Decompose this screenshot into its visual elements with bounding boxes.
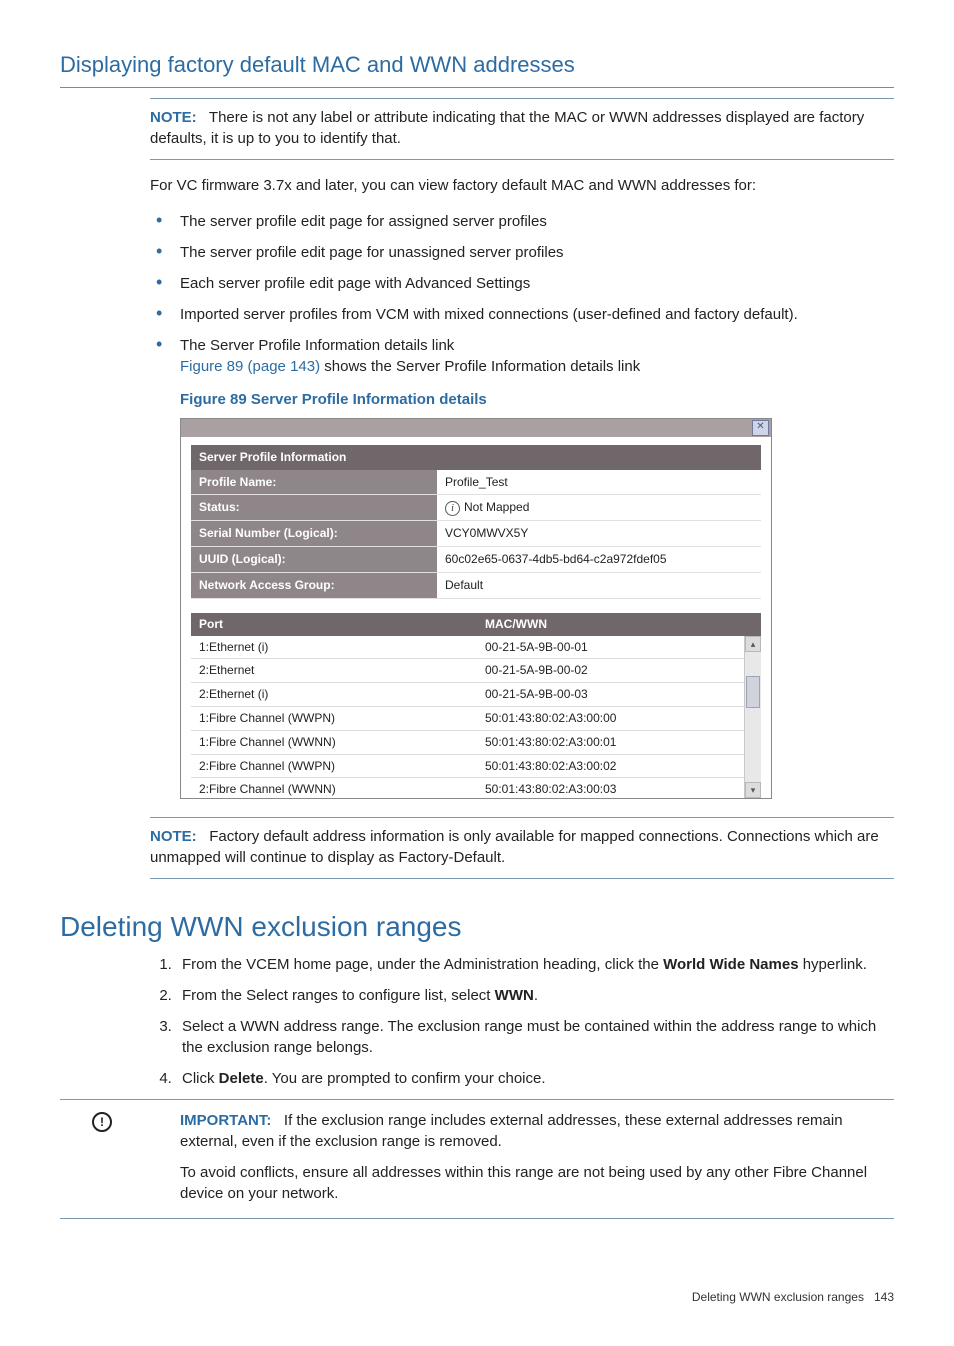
panel-header: Server Profile Information: [191, 445, 761, 470]
list-item: The server profile edit page for assigne…: [150, 211, 894, 232]
table-row: Serial Number (Logical):VCY0MWVX5Y: [191, 521, 761, 547]
figure-caption: Figure 89 Server Profile Information det…: [180, 389, 894, 410]
important-box: ! IMPORTANT: If the exclusion range incl…: [60, 1099, 894, 1219]
table-row: 1:Fibre Channel (WWNN)50:01:43:80:02:A3:…: [191, 730, 745, 754]
table-row: Profile Name:Profile_Test: [191, 470, 761, 495]
table-row: UUID (Logical):60c02e65-0637-4db5-bd64-c…: [191, 547, 761, 573]
list-item: From the VCEM home page, under the Admin…: [176, 954, 894, 975]
table-row: Network Access Group:Default: [191, 572, 761, 598]
list-item: Imported server profiles from VCM with m…: [150, 304, 894, 325]
figure-reference-link[interactable]: Figure 89 (page 143): [180, 358, 320, 375]
note-box-1: NOTE: There is not any label or attribut…: [150, 98, 894, 160]
bullet-list: The server profile edit page for assigne…: [150, 211, 894, 377]
list-item: From the Select ranges to configure list…: [176, 985, 894, 1006]
scrollbar[interactable]: ▴ ▾: [744, 636, 761, 798]
note-label: NOTE:: [150, 109, 197, 126]
list-item: Select a WWN address range. The exclusio…: [176, 1016, 894, 1058]
close-icon[interactable]: ✕: [752, 420, 769, 436]
table-row: 2:Ethernet00-21-5A-9B-00-02: [191, 659, 745, 683]
table-row: 2:Fibre Channel (WWPN)50:01:43:80:02:A3:…: [191, 754, 745, 778]
scroll-down-icon[interactable]: ▾: [745, 782, 761, 798]
table-row: Status:iNot Mapped: [191, 495, 761, 521]
list-item: The server profile edit page for unassig…: [150, 242, 894, 263]
dialog-titlebar: ✕: [181, 419, 771, 437]
table-row: 2:Fibre Channel (WWNN)50:01:43:80:02:A3:…: [191, 778, 745, 798]
section-rule: [60, 87, 894, 88]
scroll-thumb[interactable]: [746, 676, 760, 708]
table-row: 1:Ethernet (i)00-21-5A-9B-00-01: [191, 636, 745, 659]
profile-info-table: Profile Name:Profile_Test Status:iNot Ma…: [191, 470, 761, 599]
note-text: There is not any label or attribute indi…: [150, 109, 864, 147]
figure-reference-text: shows the Server Profile Information det…: [320, 358, 640, 375]
important-label: IMPORTANT:: [180, 1112, 271, 1129]
info-icon: i: [445, 501, 460, 516]
important-icon: !: [92, 1112, 112, 1132]
intro-paragraph: For VC firmware 3.7x and later, you can …: [150, 175, 894, 196]
scroll-up-icon[interactable]: ▴: [745, 636, 761, 652]
steps-list: From the VCEM home page, under the Admin…: [150, 954, 894, 1089]
list-item: The Server Profile Information details l…: [150, 335, 894, 377]
list-item: Each server profile edit page with Advan…: [150, 273, 894, 294]
note-box-2: NOTE: Factory default address informatio…: [150, 817, 894, 879]
port-table-header: PortMAC/WWN: [191, 613, 761, 636]
note-label: NOTE:: [150, 828, 197, 845]
port-table: 1:Ethernet (i)00-21-5A-9B-00-01 2:Ethern…: [191, 636, 745, 798]
section-heading-displaying: Displaying factory default MAC and WWN a…: [60, 50, 894, 81]
list-item: Click Delete. You are prompted to confir…: [176, 1068, 894, 1089]
page-footer: Deleting WWN exclusion ranges 143: [60, 1289, 894, 1306]
note-text: Factory default address information is o…: [150, 828, 879, 866]
server-profile-info-dialog: ✕ Server Profile Information Profile Nam…: [180, 418, 772, 799]
important-text-1: If the exclusion range includes external…: [180, 1112, 843, 1150]
section-heading-deleting: Deleting WWN exclusion ranges: [60, 907, 894, 946]
important-text-2: To avoid conflicts, ensure all addresses…: [180, 1162, 884, 1204]
table-row: 2:Ethernet (i)00-21-5A-9B-00-03: [191, 683, 745, 707]
table-row: 1:Fibre Channel (WWPN)50:01:43:80:02:A3:…: [191, 706, 745, 730]
